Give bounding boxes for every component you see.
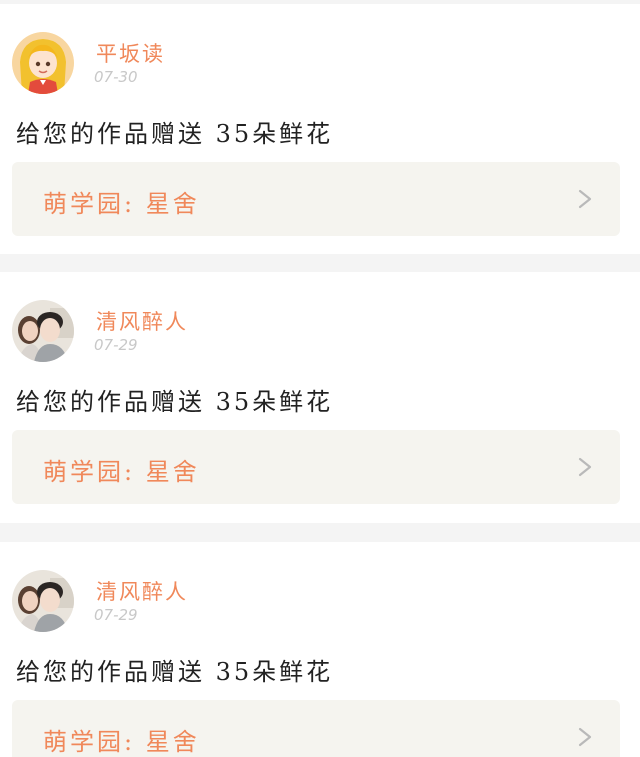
username[interactable]: 清风醉人 [96,306,188,336]
work-link-button[interactable]: 萌学园: 星舍 [12,700,620,757]
work-link-button[interactable]: 萌学园: 星舍 [12,430,620,504]
gift-message: 给您的作品赠送 35朵鲜花 [16,120,334,148]
couple-photo-avatar-icon [12,300,74,362]
avatar[interactable] [12,32,74,94]
gift-notification-feed: 平坂读 07-30 给您的作品赠送 35朵鲜花 萌学园: 星舍 清风醉人 07-… [0,0,640,757]
username[interactable]: 清风醉人 [96,576,188,606]
work-link-label: 萌学园: 星舍 [43,190,200,218]
chevron-right-icon [578,457,592,477]
anime-girl-avatar-icon [12,32,74,94]
notification-card: 清风醉人 07-29 给您的作品赠送 35朵鲜花 萌学园: 星舍 [0,272,640,523]
chevron-right-icon [578,727,592,747]
chevron-right-icon [578,189,592,209]
notification-card: 平坂读 07-30 给您的作品赠送 35朵鲜花 萌学园: 星舍 [0,4,640,254]
gift-message: 给您的作品赠送 35朵鲜花 [16,388,334,416]
post-date: 07-30 [94,68,138,86]
post-date: 07-29 [94,606,138,624]
work-link-button[interactable]: 萌学园: 星舍 [12,162,620,236]
avatar[interactable] [12,570,74,632]
gift-message: 给您的作品赠送 35朵鲜花 [16,658,334,686]
username[interactable]: 平坂读 [96,38,165,68]
work-link-label: 萌学园: 星舍 [43,728,200,756]
work-link-label: 萌学园: 星舍 [43,458,200,486]
post-date: 07-29 [94,336,138,354]
couple-photo-avatar-icon [12,570,74,632]
avatar[interactable] [12,300,74,362]
notification-card: 清风醉人 07-29 给您的作品赠送 35朵鲜花 萌学园: 星舍 [0,542,640,757]
